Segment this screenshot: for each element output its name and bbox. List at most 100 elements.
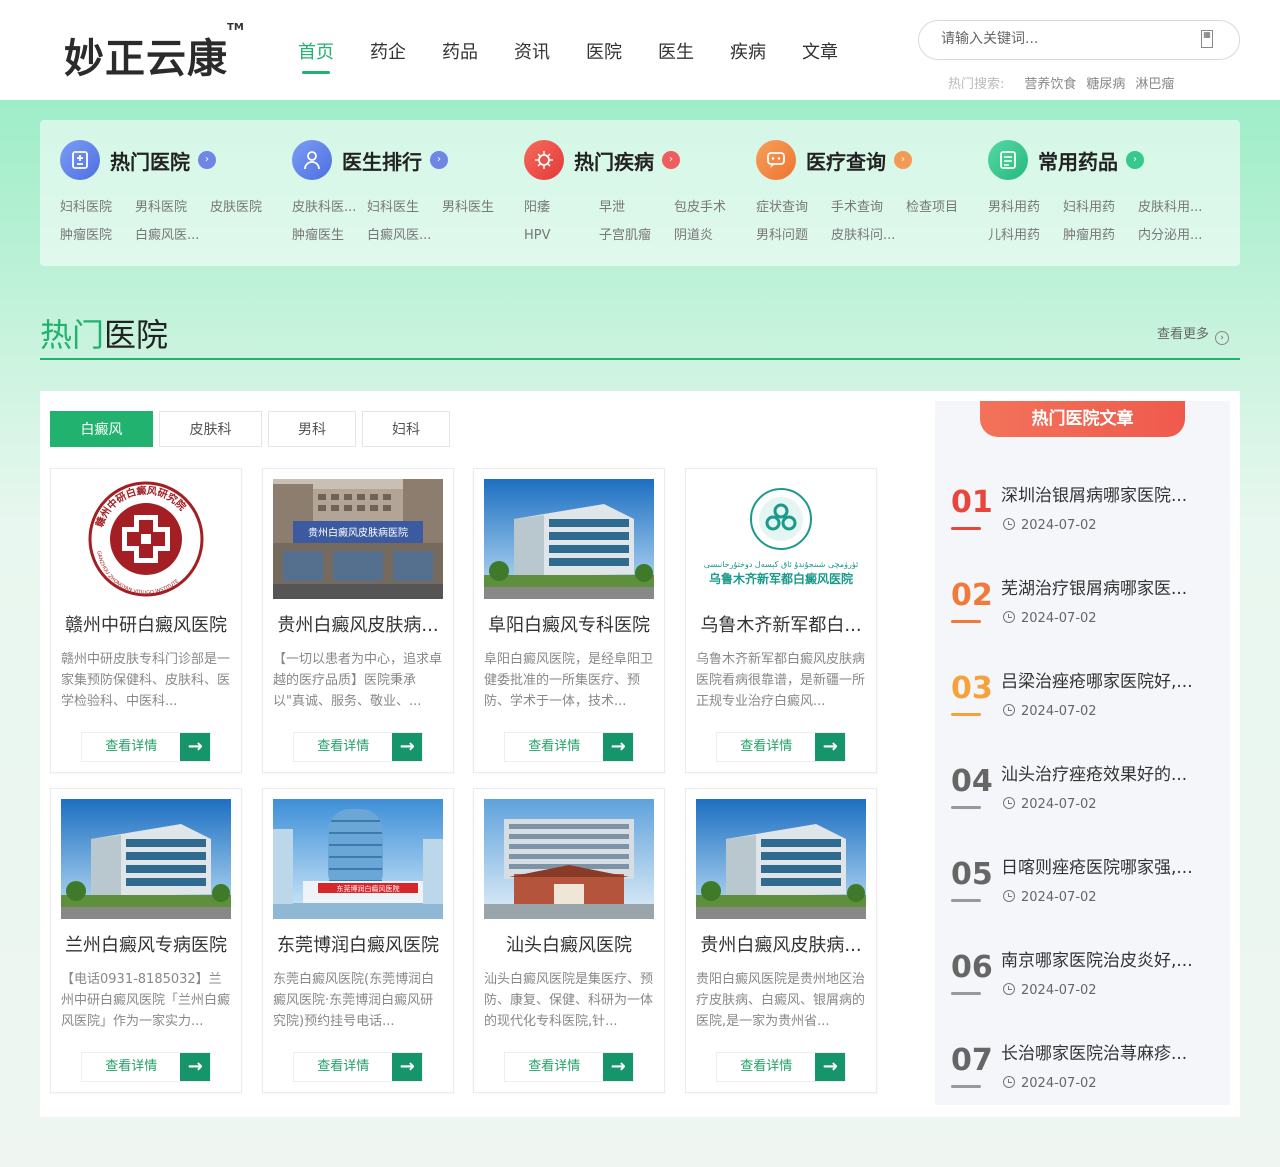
- category-link[interactable]: 症状查询: [756, 194, 831, 222]
- article-title[interactable]: 芜湖治疗银屑病哪家医...: [1001, 574, 1213, 599]
- category-link[interactable]: 肿瘤医院: [60, 222, 135, 250]
- chevron-right-icon[interactable]: ›: [1126, 151, 1144, 169]
- category-link[interactable]: 皮肤科用...: [1138, 194, 1213, 222]
- view-details-label: 查看详情: [105, 739, 158, 754]
- article-item[interactable]: 07 长治哪家医院治荨麻疹... 2024-07-02: [935, 1035, 1230, 1128]
- nav-pharma-companies[interactable]: 药企: [352, 38, 424, 74]
- chevron-right-icon[interactable]: ›: [894, 151, 912, 169]
- nav-diseases[interactable]: 疾病: [712, 38, 784, 74]
- view-details-button[interactable]: 查看详情 →: [716, 732, 846, 762]
- nav-drugs[interactable]: 药品: [424, 38, 496, 74]
- category-link[interactable]: HPV: [524, 222, 599, 250]
- category-link[interactable]: 白癜风医...: [135, 222, 210, 250]
- category-title[interactable]: 医疗查询: [806, 146, 886, 175]
- article-rank: 07: [951, 1043, 993, 1078]
- hot-keyword[interactable]: 淋巴瘤: [1135, 73, 1174, 92]
- hospital-card[interactable]: 东莞博润白癜风医院 东莞博润白癜风医院 东莞白癜风医院(东莞博润白癜风医院·东莞…: [262, 788, 454, 1093]
- category-link[interactable]: 阴道炎: [674, 222, 749, 250]
- hospital-card[interactable]: ئۈرۈمچى شىنجۇندۇ ئاق كېسەل دوختۇرخانىسى …: [685, 468, 877, 773]
- category-link[interactable]: 妇科医院: [60, 194, 135, 222]
- search-input[interactable]: [941, 31, 1191, 47]
- article-title[interactable]: 深圳治银屑病哪家医院...: [1001, 481, 1213, 506]
- category-link[interactable]: 阳痿: [524, 194, 599, 222]
- nav-home[interactable]: 首页: [280, 38, 352, 74]
- svg-text:ئۈرۈمچى شىنجۇندۇ ئاق كېسەل دوخ: ئۈرۈمچى شىنجۇندۇ ئاق كېسەل دوختۇرخانىسى: [704, 560, 858, 569]
- hospital-card[interactable]: 赣州中研白癜风研究院 GANZHOU ZHONGYAN VITILIGO INS…: [50, 468, 242, 773]
- article-item[interactable]: 03 吕梁治痤疮哪家医院好,... 2024-07-02: [935, 663, 1230, 756]
- hospital-name[interactable]: 贵州白癜风皮肤病...: [271, 611, 445, 637]
- article-title[interactable]: 南京哪家医院治皮炎好,...: [1001, 946, 1213, 971]
- article-item[interactable]: 02 芜湖治疗银屑病哪家医... 2024-07-02: [935, 570, 1230, 663]
- category-link[interactable]: 子宫肌瘤: [599, 222, 674, 250]
- category-link[interactable]: 妇科医生: [367, 194, 442, 222]
- category-link[interactable]: 手术查询: [831, 194, 906, 222]
- category-link[interactable]: 男科用药: [988, 194, 1063, 222]
- category-hot-diseases: 热门疾病 › 阳痿 早泄 包皮手术 HPV 子宫肌瘤 阴道炎: [524, 140, 756, 250]
- tab-andrology[interactable]: 男科: [268, 411, 356, 447]
- view-details-button[interactable]: 查看详情 →: [81, 732, 211, 762]
- hospital-card[interactable]: 贵州白癜风皮肤病医院 贵州白癜风皮肤病... 【一切以患者为中心，追求卓越的医疗…: [262, 468, 454, 773]
- nav-news[interactable]: 资讯: [496, 38, 568, 74]
- view-details-button[interactable]: 查看详情 →: [81, 1052, 211, 1082]
- chevron-right-icon[interactable]: ›: [198, 151, 216, 169]
- view-details-button[interactable]: 查看详情 →: [716, 1052, 846, 1082]
- hospital-name[interactable]: 兰州白癜风专病医院: [59, 931, 233, 957]
- view-details-button[interactable]: 查看详情 →: [504, 1052, 634, 1082]
- search-icon[interactable]: ▦: [1201, 30, 1213, 48]
- hospital-card[interactable]: 兰州白癜风专病医院 【电话0931-8185032】兰州中研白癜风医院「兰州白癜…: [50, 788, 242, 1093]
- article-item[interactable]: 06 南京哪家医院治皮炎好,... 2024-07-02: [935, 942, 1230, 1035]
- hospital-card[interactable]: 阜阳白癜风专科医院 阜阳白癜风医院，是经阜阳卫健委批准的一所集医疗、预防、学术于…: [473, 468, 665, 773]
- rank-underline: [951, 713, 981, 716]
- category-link[interactable]: 检查项目: [906, 194, 981, 222]
- category-link[interactable]: 皮肤医院: [210, 194, 285, 222]
- tab-dermatology[interactable]: 皮肤科: [159, 411, 262, 447]
- nav-doctors[interactable]: 医生: [640, 38, 712, 74]
- tab-gynecology[interactable]: 妇科: [362, 411, 450, 447]
- category-link[interactable]: 白癜风医...: [367, 222, 442, 250]
- article-title[interactable]: 吕梁治痤疮哪家医院好,...: [1001, 667, 1213, 692]
- hospital-name[interactable]: 汕头白癜风医院: [482, 931, 656, 957]
- hot-keyword[interactable]: 糖尿病: [1086, 73, 1125, 92]
- view-more-link[interactable]: 查看更多 ›: [1157, 323, 1230, 345]
- hospital-card[interactable]: 贵州白癜风皮肤病... 贵阳白癜风医院是贵州地区治疗皮肤病、白癜风、银屑病的医院…: [685, 788, 877, 1093]
- category-link[interactable]: 男科医生: [442, 194, 517, 222]
- category-link[interactable]: 早泄: [599, 194, 674, 222]
- hot-keyword[interactable]: 营养饮食: [1024, 73, 1076, 92]
- view-details-button[interactable]: 查看详情 →: [293, 1052, 423, 1082]
- chevron-right-icon[interactable]: ›: [662, 151, 680, 169]
- category-link[interactable]: 包皮手术: [674, 194, 749, 222]
- category-link[interactable]: 男科医院: [135, 194, 210, 222]
- article-item[interactable]: 01 深圳治银屑病哪家医院... 2024-07-02: [935, 477, 1230, 570]
- view-details-label: 查看详情: [105, 1059, 158, 1074]
- article-title[interactable]: 长治哪家医院治荨麻疹...: [1001, 1039, 1213, 1064]
- hospital-name[interactable]: 乌鲁木齐新军都白...: [694, 611, 868, 637]
- article-title[interactable]: 日喀则痤疮医院哪家强,...: [1001, 853, 1213, 878]
- category-link[interactable]: 肿瘤医生: [292, 222, 367, 250]
- site-logo[interactable]: 妙正云康: [64, 26, 228, 84]
- tab-vitiligo[interactable]: 白癜风: [50, 411, 153, 447]
- category-link[interactable]: 妇科用药: [1063, 194, 1138, 222]
- category-title[interactable]: 医生排行: [342, 146, 422, 175]
- nav-hospitals[interactable]: 医院: [568, 38, 640, 74]
- category-title[interactable]: 常用药品: [1038, 146, 1118, 175]
- article-item[interactable]: 04 汕头治疗痤疮效果好的... 2024-07-02: [935, 756, 1230, 849]
- hospital-name[interactable]: 贵州白癜风皮肤病...: [694, 931, 868, 957]
- category-title[interactable]: 热门疾病: [574, 146, 654, 175]
- view-details-button[interactable]: 查看详情 →: [293, 732, 423, 762]
- hospital-name[interactable]: 阜阳白癜风专科医院: [482, 611, 656, 637]
- category-link[interactable]: 肿瘤用药: [1063, 222, 1138, 250]
- category-link[interactable]: 内分泌用...: [1138, 222, 1213, 250]
- nav-articles[interactable]: 文章: [784, 38, 856, 74]
- view-details-button[interactable]: 查看详情 →: [504, 732, 634, 762]
- category-link[interactable]: 皮肤科医...: [292, 194, 367, 222]
- hospital-name[interactable]: 东莞博润白癜风医院: [271, 931, 445, 957]
- article-title[interactable]: 汕头治疗痤疮效果好的...: [1001, 760, 1213, 785]
- hospital-name[interactable]: 赣州中研白癜风医院: [59, 611, 233, 637]
- category-link[interactable]: 儿科用药: [988, 222, 1063, 250]
- category-link[interactable]: 男科问题: [756, 222, 831, 250]
- chevron-right-icon[interactable]: ›: [430, 151, 448, 169]
- category-link[interactable]: 皮肤科问...: [831, 222, 906, 250]
- category-title[interactable]: 热门医院: [110, 146, 190, 175]
- hospital-card[interactable]: 汕头白癜风医院 汕头白癜风医院是集医疗、预防、康复、保健、科研为一体的现代化专科…: [473, 788, 665, 1093]
- article-item[interactable]: 05 日喀则痤疮医院哪家强,... 2024-07-02: [935, 849, 1230, 942]
